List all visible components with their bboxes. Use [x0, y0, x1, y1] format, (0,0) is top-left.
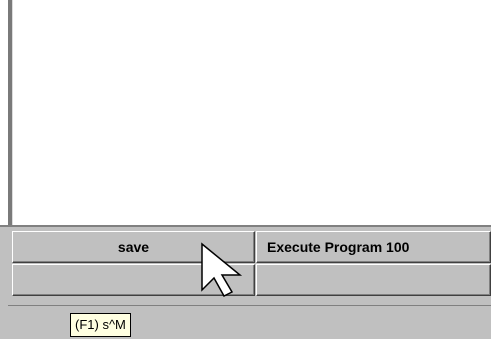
empty-button-2[interactable] — [256, 264, 491, 296]
save-button-label: save — [117, 239, 150, 255]
execute-program-label: Execute Program 100 — [267, 239, 410, 255]
panel-divider — [0, 225, 491, 227]
execute-program-button[interactable]: Execute Program 100 — [256, 231, 491, 263]
output-area — [0, 0, 491, 225]
tooltip-text: (F1) s^M — [75, 317, 126, 332]
mouse-pointer-icon — [198, 240, 258, 300]
left-divider — [8, 0, 13, 225]
shortcut-tooltip: (F1) s^M — [70, 313, 131, 337]
